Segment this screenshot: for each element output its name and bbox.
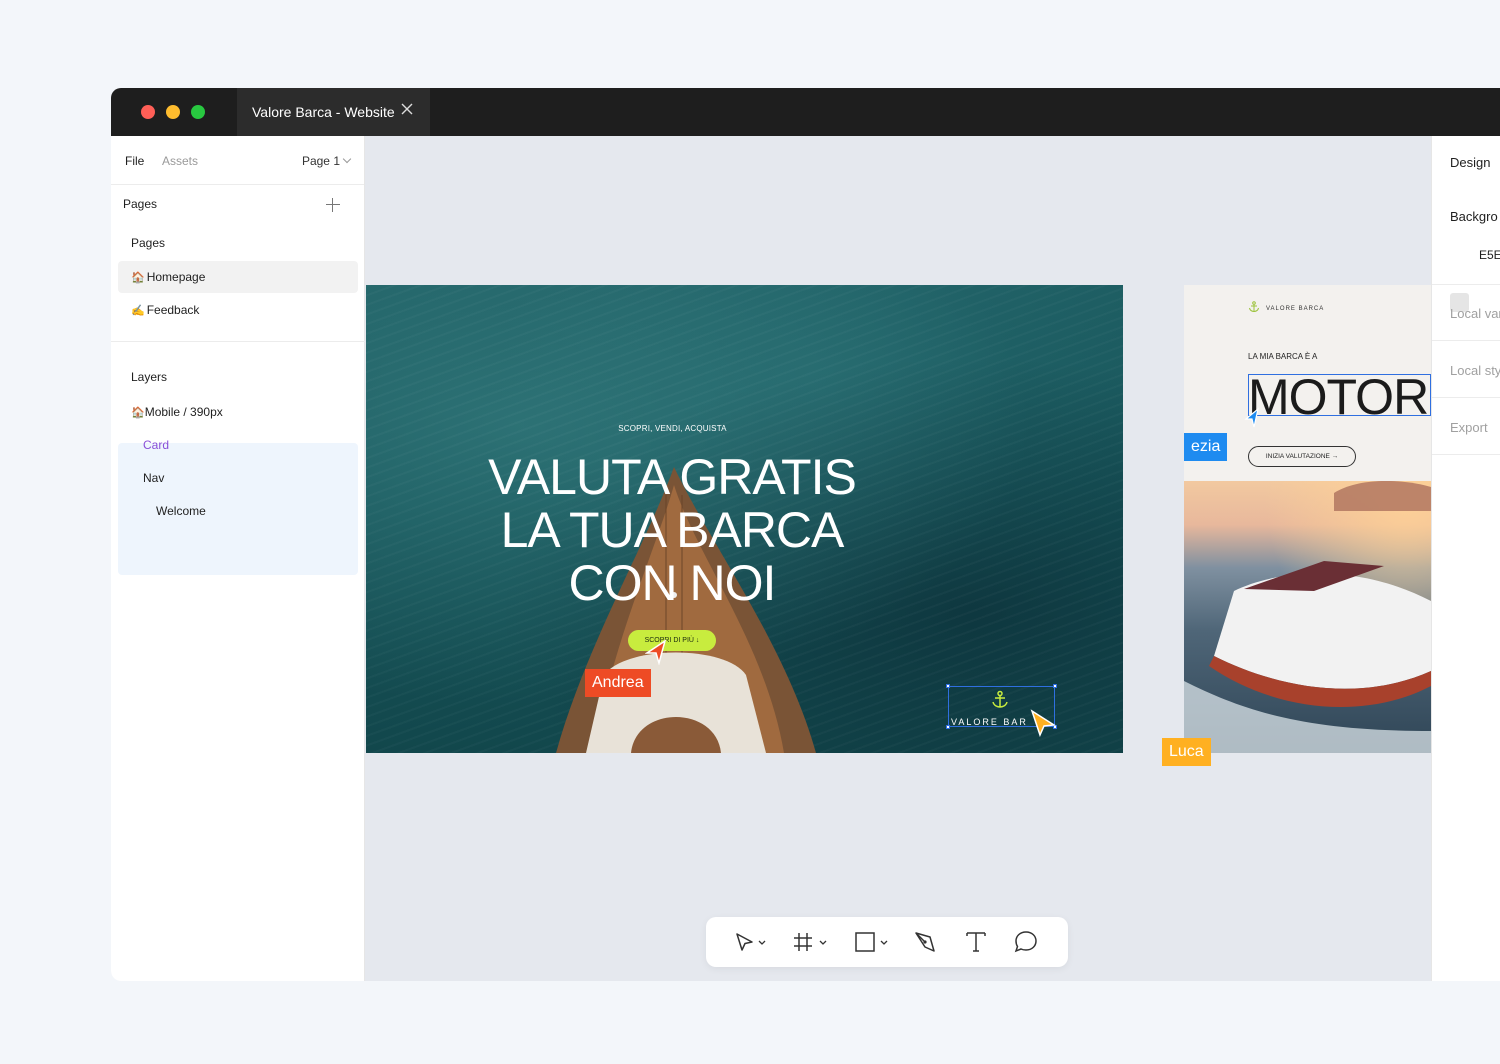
move-tool-icon[interactable] — [732, 930, 772, 954]
layers-list — [118, 443, 358, 575]
frame-mobile-preview[interactable]: VALORE BARCA LA MIA BARCA È A MOTOR INIZ… — [1184, 285, 1431, 753]
page-item-homepage[interactable]: 🏠 Homepage — [118, 261, 358, 293]
divider — [111, 341, 365, 342]
hero-title-line: VALUTA GRATIS — [488, 449, 857, 505]
cursor-pointer-icon — [645, 639, 667, 665]
hero-title-line: CON NOI — [568, 555, 777, 611]
right-panel: Design Backgro E5E Local var Local sty E… — [1431, 136, 1500, 981]
chevron-down-icon — [342, 154, 352, 164]
discover-more-button[interactable]: SCOPRI DI PIÙ ↓ — [628, 630, 716, 651]
divider — [1432, 397, 1500, 398]
divider — [1432, 340, 1500, 341]
file-tab[interactable]: Valore Barca - Website — [237, 88, 430, 136]
comment-tool-icon[interactable] — [1014, 930, 1054, 954]
design-canvas[interactable]: SCOPRI, VENDI, ACQUISTA VALUTA GRATIS LA… — [366, 136, 1431, 981]
pages-header: Pages — [123, 197, 158, 211]
export-link[interactable]: Export — [1450, 420, 1488, 435]
left-panel-tabs: File Assets Page 1 — [111, 136, 364, 185]
page-selector[interactable]: Page 1 — [301, 154, 352, 168]
file-tab-title: Valore Barca - Website — [252, 104, 395, 120]
resize-handle[interactable] — [1053, 684, 1057, 688]
file-tab-button[interactable]: File — [125, 154, 144, 168]
maximize-window-button[interactable] — [191, 105, 205, 119]
shape-tool-icon[interactable] — [853, 930, 893, 954]
page-item-label: Feedback — [146, 303, 200, 317]
page-item-feedback[interactable]: ✍️ Feedback — [118, 294, 358, 326]
brand-wordmark: VALORE BARCA — [1266, 306, 1325, 312]
start-valuation-button[interactable]: INIZIA VALUTAZIONE → — [1248, 446, 1356, 467]
design-tab[interactable]: Design — [1450, 155, 1490, 170]
mobile-kicker: LA MIA BARCA È A — [1248, 352, 1318, 361]
cursor-pointer-icon — [1030, 709, 1056, 737]
resize-handle[interactable] — [946, 725, 950, 729]
layer-label: Mobile / 390px — [144, 405, 223, 419]
close-window-button[interactable] — [141, 105, 155, 119]
background-label: Backgro — [1450, 209, 1498, 224]
divider — [1432, 454, 1500, 455]
text-tool-icon[interactable] — [964, 930, 1004, 954]
layers-header: Layers — [131, 370, 168, 384]
app-window: Valore Barca - Website File Assets Page … — [111, 88, 1500, 981]
title-bar: Valore Barca - Website — [111, 88, 1500, 136]
layer-card[interactable]: Card — [143, 438, 169, 452]
assets-tab-button[interactable]: Assets — [162, 154, 198, 168]
pages-subheader: Pages — [131, 236, 166, 250]
writing-hand-icon: ✍️ — [131, 304, 145, 317]
left-panel: File Assets Page 1 Pages Pages 🏠 Homepag… — [111, 136, 365, 981]
add-page-icon[interactable] — [326, 198, 340, 212]
frame-desktop-hero[interactable]: SCOPRI, VENDI, ACQUISTA VALUTA GRATIS LA… — [366, 285, 1123, 753]
hero-title: VALUTA GRATIS LA TUA BARCA CON NOI — [446, 451, 898, 610]
hero-kicker: SCOPRI, VENDI, ACQUISTA — [618, 424, 727, 433]
pen-tool-icon[interactable] — [913, 930, 953, 954]
resize-handle[interactable] — [946, 684, 950, 688]
bottom-toolbar — [706, 917, 1068, 967]
collaborator-label-luca: Luca — [1162, 738, 1211, 766]
collaborator-label-andrea: Andrea — [585, 669, 651, 697]
logo-wordmark: VALORE BAR — [951, 717, 1028, 727]
layer-nav[interactable]: Nav — [143, 471, 164, 485]
layer-mobile-390[interactable]: 🏠Mobile / 390px — [131, 405, 223, 419]
local-variables-link[interactable]: Local var — [1450, 306, 1500, 321]
frame-tool-icon[interactable] — [792, 930, 832, 954]
house-icon: 🏠 — [131, 407, 145, 419]
layer-welcome[interactable]: Welcome — [156, 504, 206, 518]
motorboat-image — [1184, 481, 1431, 753]
text-selection-box[interactable] — [1248, 374, 1431, 416]
cursor-pointer-icon — [1244, 407, 1259, 428]
hero-title-line: LA TUA BARCA — [500, 502, 845, 558]
background-color-value[interactable]: E5E — [1479, 248, 1500, 262]
house-icon: 🏠 — [131, 271, 145, 284]
collaborator-label-ezia: ezia — [1184, 433, 1228, 461]
page-item-label: Homepage — [146, 270, 206, 284]
anchor-icon — [992, 690, 1008, 708]
anchor-icon — [1249, 301, 1259, 313]
minimize-window-button[interactable] — [166, 105, 180, 119]
page-selector-label: Page 1 — [301, 154, 340, 168]
divider — [1432, 284, 1500, 285]
local-styles-link[interactable]: Local sty — [1450, 363, 1500, 378]
close-tab-icon[interactable] — [400, 102, 414, 116]
